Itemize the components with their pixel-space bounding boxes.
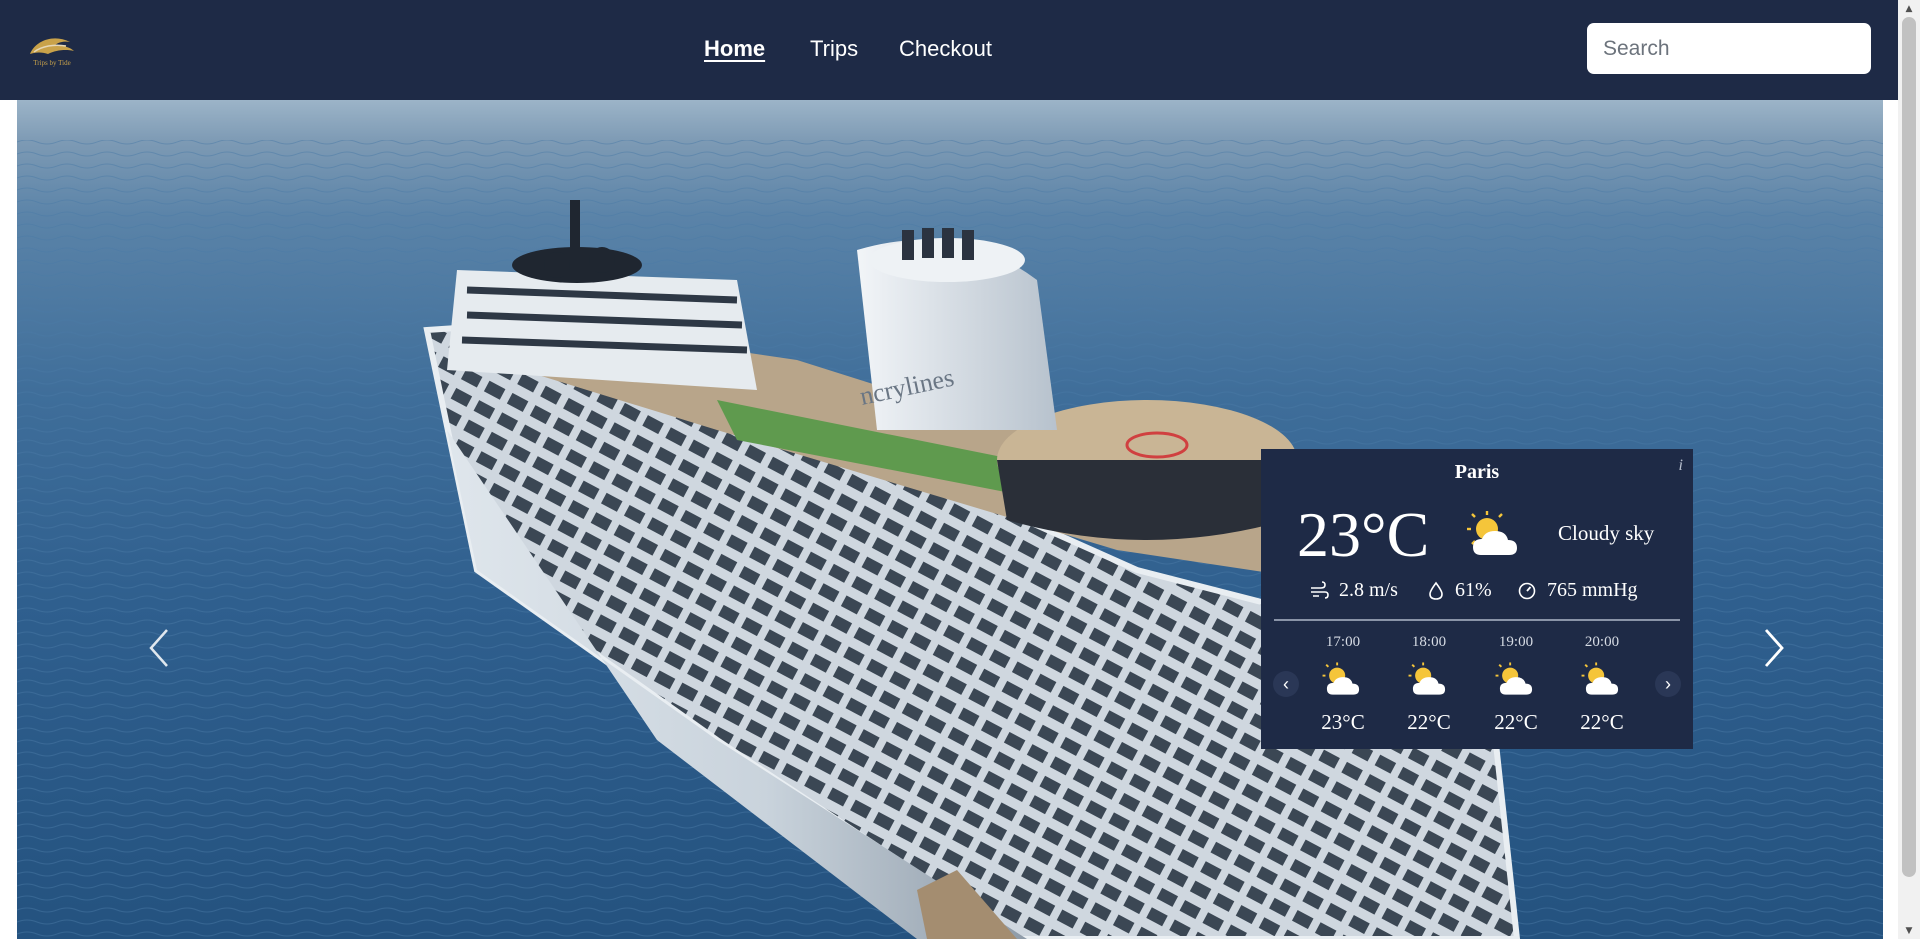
hourly-scroll-left-button[interactable]: ‹ (1273, 671, 1299, 697)
partly-cloudy-icon (1322, 662, 1360, 695)
hourly-forecast-item: 20:00 22°C (1572, 634, 1632, 735)
carousel-next-button[interactable] (1744, 618, 1804, 678)
dolphin-logo-icon (30, 38, 74, 54)
humidity-value: 61% (1455, 579, 1492, 601)
hour-temperature: 22°C (1407, 710, 1451, 734)
scroll-up-arrow-icon[interactable]: ▲ (1898, 0, 1920, 17)
nav-checkout[interactable]: Checkout (899, 36, 992, 62)
hour-time: 18:00 (1411, 634, 1447, 650)
partly-cloudy-icon (1408, 662, 1446, 695)
weather-city: Paris (1454, 461, 1500, 483)
pressure-icon (1518, 582, 1536, 599)
wind-stat: 2.8 m/s (1309, 579, 1398, 602)
current-temperature: 23°C (1297, 499, 1430, 570)
wind-value: 2.8 m/s (1339, 579, 1398, 601)
nav-home[interactable]: Home (704, 36, 765, 62)
scrollbar-thumb[interactable] (1902, 17, 1916, 877)
brand-logo[interactable]: Trips by Tide (26, 32, 78, 72)
hourly-forecast-item: 19:00 22°C (1486, 634, 1546, 735)
page-scrollbar[interactable]: ▲ ▼ (1898, 0, 1920, 939)
chevron-right-icon (1764, 629, 1784, 667)
wind-icon (1311, 580, 1329, 599)
partly-cloudy-icon (1581, 662, 1619, 695)
hour-temperature: 22°C (1580, 710, 1624, 734)
weather-divider (1274, 619, 1680, 621)
weather-stats: 2.8 m/s 61% 765 mmHg (1261, 579, 1693, 609)
weather-description: Cloudy sky (1558, 521, 1655, 545)
hourly-scroll-right-button[interactable]: › (1655, 671, 1681, 697)
humidity-stat: 61% (1427, 579, 1492, 602)
hour-time: 17:00 (1325, 634, 1361, 650)
humidity-icon (1429, 581, 1443, 600)
weather-widget: Paris i 23°C Cloudy sky 2.8 m/s 61% 765 … (1261, 449, 1693, 749)
carousel-prev-button[interactable] (129, 618, 189, 678)
nav-trips[interactable]: Trips (810, 36, 858, 62)
pressure-stat: 765 mmHg (1517, 579, 1638, 602)
brand-logo-text: Trips by Tide (33, 59, 71, 67)
partly-cloudy-icon (1495, 662, 1533, 695)
navbar: Trips by Tide Home Trips Checkout (0, 0, 1898, 100)
hourly-forecast-item: 18:00 22°C (1399, 634, 1459, 735)
hour-time: 20:00 (1584, 634, 1620, 650)
hour-temperature: 22°C (1494, 710, 1538, 734)
partly-cloudy-icon (1467, 511, 1517, 555)
hourly-forecast-item: 17:00 23°C (1313, 634, 1373, 735)
scroll-down-arrow-icon[interactable]: ▼ (1898, 922, 1920, 939)
chevron-left-icon (149, 629, 168, 667)
info-icon[interactable]: i (1679, 457, 1683, 475)
hour-temperature: 23°C (1321, 710, 1365, 734)
search-input[interactable] (1587, 23, 1871, 74)
hour-time: 19:00 (1498, 634, 1534, 650)
pressure-value: 765 mmHg (1547, 579, 1638, 601)
